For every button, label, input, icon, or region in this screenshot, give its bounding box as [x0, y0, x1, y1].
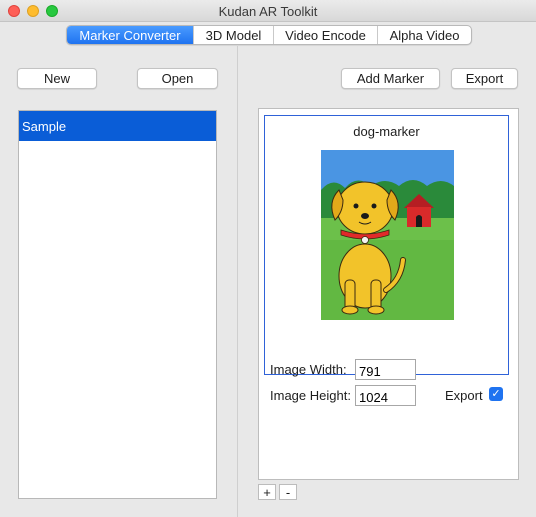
tab-alpha-video[interactable]: Alpha Video	[377, 26, 471, 44]
image-height-label: Image Height:	[270, 388, 351, 403]
title-bar: Kudan AR Toolkit	[0, 0, 536, 22]
markers-pane: Add Marker Export dog-marker Image Width…	[238, 46, 536, 517]
list-item[interactable]: Sample	[19, 111, 216, 141]
checkmark-icon: ✓	[491, 388, 501, 400]
marker-set-list[interactable]: Sample	[18, 110, 217, 499]
image-height-input[interactable]	[355, 385, 416, 406]
open-button[interactable]: Open	[137, 68, 218, 89]
marker-sets-pane: New Open Sample	[0, 46, 237, 517]
image-width-input[interactable]	[355, 359, 416, 380]
marker-name: dog-marker	[353, 124, 420, 139]
marker-collection[interactable]: dog-marker Image Width: 791 Image Height…	[258, 108, 519, 480]
new-button[interactable]: New	[17, 68, 97, 89]
image-width-label: Image Width:	[270, 362, 347, 377]
tab-marker-converter[interactable]: Marker Converter	[67, 26, 193, 44]
export-button[interactable]: Export	[451, 68, 518, 89]
export-checkbox[interactable]: ✓	[489, 387, 503, 401]
add-item-button[interactable]: +	[258, 484, 276, 500]
remove-item-button[interactable]: -	[279, 484, 297, 500]
marker-image	[321, 150, 454, 320]
export-checkbox-label: Export	[445, 388, 483, 403]
tab-video-encode[interactable]: Video Encode	[273, 26, 377, 44]
marker-card[interactable]: dog-marker Image Width: 791 Image Height…	[264, 115, 509, 406]
tab-bar: Marker Converter 3D Model Video Encode A…	[66, 25, 472, 45]
window-title: Kudan AR Toolkit	[218, 4, 318, 19]
add-marker-button[interactable]: Add Marker	[341, 68, 440, 89]
tab-3d-model[interactable]: 3D Model	[193, 26, 273, 44]
